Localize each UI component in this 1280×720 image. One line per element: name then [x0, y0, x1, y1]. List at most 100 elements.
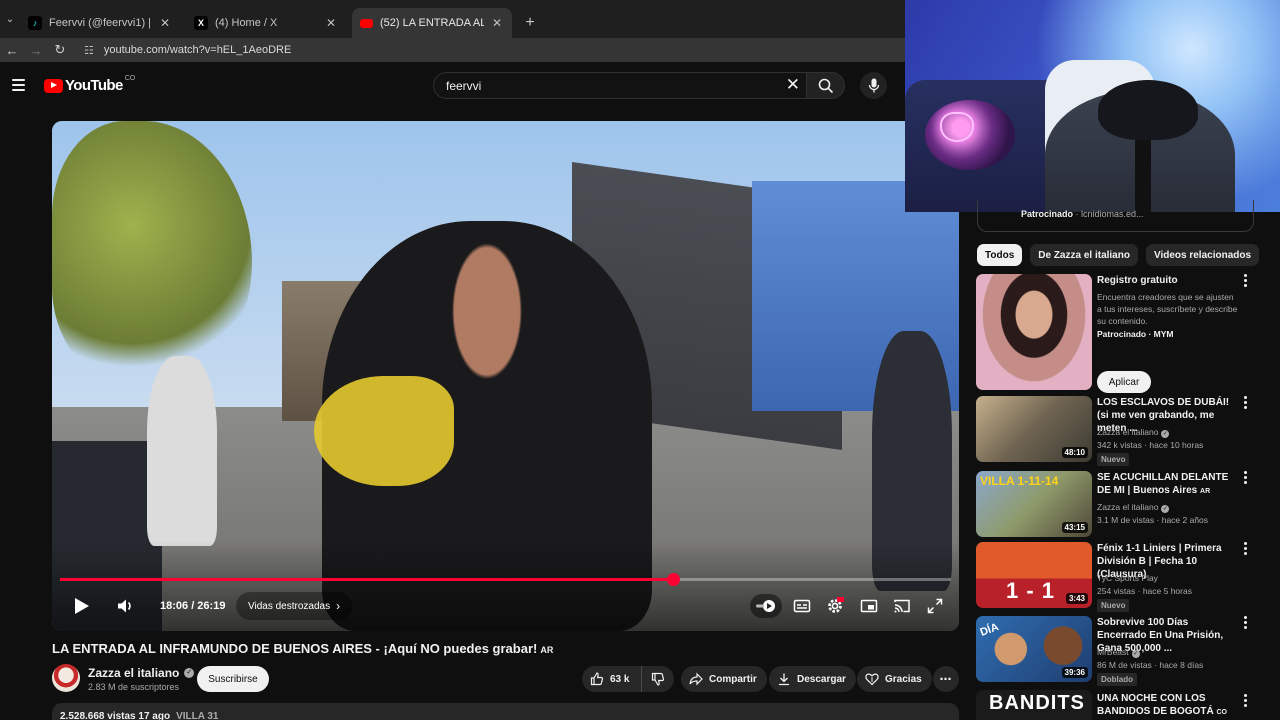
more-actions-icon[interactable]: ⋯: [933, 666, 959, 692]
recommended-channel[interactable]: MrBeast ✓: [1097, 646, 1247, 658]
ad-thumbnail[interactable]: [976, 274, 1092, 390]
reload-icon[interactable]: ↻: [48, 42, 72, 58]
logo-wordmark: YouTube: [65, 77, 123, 94]
subtitles-icon[interactable]: [793, 597, 811, 615]
dislike-button[interactable]: [642, 666, 674, 692]
tab-search-chevron-icon[interactable]: ⌄: [2, 6, 18, 32]
video-thumbnail[interactable]: VILLA 1-11-14 43:15: [976, 471, 1092, 537]
recommended-channel[interactable]: Zazza el italiano ✓: [1097, 426, 1247, 438]
description-box[interactable]: 2.528.668 vistas 17 ago VILLA 31: [52, 703, 959, 720]
tab-label: (52) LA ENTRADA AL INFRAMUNDO: [380, 17, 484, 29]
chip-related[interactable]: Videos relacionados: [1145, 244, 1260, 266]
microphone-icon: [868, 78, 879, 93]
tab-close-icon[interactable]: ✕: [324, 16, 338, 30]
recommended-channel[interactable]: Zazza el italiano ✓: [1097, 501, 1247, 513]
recommended-channel[interactable]: TyC Sports Play: [1097, 572, 1247, 584]
search-button[interactable]: [807, 72, 845, 99]
tab-close-icon[interactable]: ✕: [490, 16, 504, 30]
menu-hamburger-icon[interactable]: [12, 79, 25, 91]
voice-search-button[interactable]: [860, 72, 887, 99]
tab-close-icon[interactable]: ✕: [158, 16, 172, 30]
video-thumbnail[interactable]: 48:10: [976, 396, 1092, 462]
new-tab-plus-icon[interactable]: +: [518, 8, 542, 38]
autoplay-icon: [756, 600, 775, 612]
video-thumbnail[interactable]: DÍA 39:36: [976, 616, 1092, 682]
more-vert-icon[interactable]: [1244, 542, 1248, 557]
verified-check-icon: ✓: [184, 668, 195, 678]
browser-tab-x[interactable]: X (4) Home / X ✕: [186, 8, 346, 38]
thumbs-down-icon: [652, 672, 665, 686]
play-icon[interactable]: [71, 596, 91, 616]
autoplay-toggle[interactable]: [750, 594, 782, 618]
more-vert-icon[interactable]: [1244, 616, 1248, 631]
recommended-video[interactable]: VILLA 1-11-14 43:15 SE ACUCHILLAN DELANT…: [976, 471, 1266, 537]
download-button[interactable]: Descargar: [769, 666, 856, 692]
channel-avatar[interactable]: [52, 664, 80, 692]
recommended-video[interactable]: DÍA 39:36 Sobrevive 100 Días Encerrado E…: [976, 616, 1266, 686]
recommended-video[interactable]: 1 - 1 3:43 Fénix 1-1 Liniers | Primera D…: [976, 542, 1266, 612]
tiktok-icon: ♪: [28, 16, 42, 30]
country-tag: AR: [540, 645, 554, 655]
thanks-button[interactable]: Gracias: [857, 666, 932, 692]
more-vert-icon[interactable]: [1244, 274, 1248, 289]
dubbed-badge: Doblado: [1097, 673, 1137, 686]
video-thumbnail[interactable]: BANDITS: [976, 690, 1092, 720]
site-info-icon[interactable]: ☷: [84, 44, 94, 57]
search-query: feervvi: [446, 78, 482, 93]
duration-badge: 43:15: [1061, 522, 1088, 533]
chip-todos[interactable]: Todos: [977, 244, 1023, 266]
like-count: 63 k: [610, 673, 630, 685]
address-bar[interactable]: ☷ youtube.com/watch?v=hEL_1AeoDRE: [76, 39, 936, 61]
ad-recommendation[interactable]: Registro gratuito Encuentra creadores qu…: [976, 274, 1266, 393]
forward-arrow-icon[interactable]: →: [24, 43, 48, 58]
country-code: CO: [124, 75, 136, 82]
sponsored-card-bottom[interactable]: Patrocinado · lcnidiomas.ed...: [977, 200, 1254, 232]
back-arrow-icon[interactable]: ←: [0, 43, 24, 58]
browser-tab-tiktok[interactable]: ♪ Feervvi (@feervvi1) | TikTok ✕: [20, 8, 180, 38]
recommended-stats: 254 vistas · hace 5 horas: [1097, 586, 1192, 596]
more-vert-icon[interactable]: [1244, 396, 1248, 411]
verified-check-icon: ✓: [1161, 430, 1170, 438]
share-button[interactable]: Compartir: [681, 666, 767, 692]
recommended-stats: 86 M de vistas · hace 8 días: [1097, 660, 1204, 670]
progress-played: [60, 578, 673, 581]
progress-scrubber-handle[interactable]: [667, 573, 680, 586]
video-player[interactable]: 18:06 / 26:19 Vidas destrozadas ›: [52, 121, 959, 631]
fullscreen-icon[interactable]: [926, 597, 944, 615]
share-label: Compartir: [709, 673, 757, 685]
settings-gear-icon[interactable]: [826, 597, 844, 615]
chip-from-channel[interactable]: De Zazza el italiano: [1030, 244, 1138, 266]
like-dislike-group: 63 k: [582, 666, 675, 692]
miniplayer-icon[interactable]: [860, 597, 878, 615]
share-arrow-icon: [689, 672, 703, 686]
video-title-text: LA ENTRADA AL INFRAMUNDO DE BUENOS AIRES…: [52, 641, 538, 656]
recommended-video[interactable]: 48:10 LOS ESCLAVOS DE DUBÁI! (si me ven …: [976, 396, 1266, 466]
chapter-button[interactable]: Vidas destrozadas ›: [236, 592, 353, 620]
browser-tab-youtube[interactable]: (52) LA ENTRADA AL INFRAMUNDO ✕: [352, 8, 512, 38]
player-right-controls: [748, 591, 948, 621]
recommended-stats: 342 k vistas · hace 10 horas: [1097, 440, 1204, 450]
clear-search-icon[interactable]: ✕: [786, 76, 800, 94]
search-input[interactable]: feervvi ✕: [433, 72, 807, 99]
verified-check-icon: ✓: [1131, 650, 1140, 658]
more-vert-icon[interactable]: [1244, 694, 1248, 709]
volume-icon[interactable]: [116, 597, 134, 615]
youtube-logo[interactable]: YouTube CO: [44, 75, 136, 94]
webcam-cap: [1098, 80, 1198, 140]
apply-button[interactable]: Aplicar: [1097, 371, 1151, 393]
tab-label: (4) Home / X: [215, 17, 278, 29]
channel-name[interactable]: Zazza el italiano ✓: [88, 666, 195, 680]
like-button[interactable]: 63 k: [582, 666, 643, 692]
video-thumbnail[interactable]: 1 - 1 3:43: [976, 542, 1092, 608]
recommended-title: SE ACUCHILLAN DELANTE DE MI | Buenos Air…: [1097, 471, 1237, 498]
recommended-title-text: UNA NOCHE CON LOS BANDIDOS DE BOGOTÁ: [1097, 693, 1214, 717]
recommended-video[interactable]: BANDITS UNA NOCHE CON LOS BANDIDOS DE BO…: [976, 690, 1266, 720]
video-title: LA ENTRADA AL INFRAMUNDO DE BUENOS AIRES…: [52, 641, 957, 656]
progress-bar[interactable]: [60, 573, 951, 586]
more-vert-icon[interactable]: [1244, 471, 1248, 486]
hashtag[interactable]: VILLA 31: [176, 711, 218, 720]
cast-icon[interactable]: [893, 597, 911, 615]
subscribe-button[interactable]: Suscribirse: [197, 666, 269, 692]
thumbnail-text: VILLA 1-11-14: [980, 474, 1059, 488]
recommended-stats: 3.1 M de vistas · hace 2 años: [1097, 515, 1209, 525]
